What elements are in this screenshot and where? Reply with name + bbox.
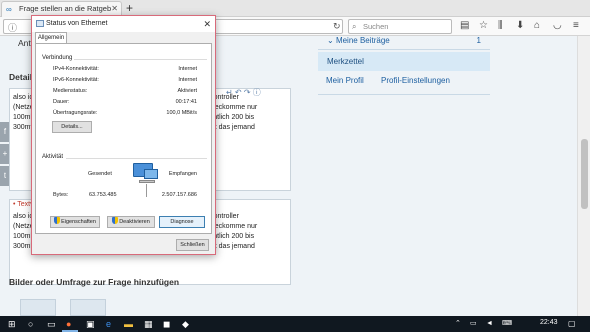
close-button[interactable]: Schließen — [176, 239, 209, 251]
new-tab-button[interactable]: + — [126, 0, 133, 16]
library-icon[interactable]: ⫼ — [498, 20, 503, 32]
activity-separator — [146, 184, 147, 197]
ipv4-value: Internet — [178, 66, 197, 72]
deactivate-button[interactable]: Deaktivieren — [107, 216, 155, 228]
reload-icon[interactable]: ↻ — [333, 21, 341, 32]
app-icon[interactable]: ◆ — [182, 319, 189, 329]
merkzettel-link[interactable]: Merkzettel — [318, 52, 490, 71]
download-icon[interactable]: ⬇ — [516, 20, 524, 32]
tray-expand-icon[interactable]: ⌃ — [455, 319, 461, 329]
volume-tray-icon[interactable]: ◄ — [486, 319, 493, 329]
home-icon[interactable]: ⌂ — [534, 20, 540, 32]
pocket-icon[interactable]: ◡ — [553, 20, 562, 32]
profil-einstellungen-link[interactable]: Profil-Einstellungen — [381, 72, 450, 90]
dialog-title: Status von Ethernet — [46, 20, 108, 27]
connection-group-label: Verbindung — [42, 55, 73, 61]
app-icon[interactable]: ◼ — [163, 319, 170, 329]
meine-beitraege-link[interactable]: ⌄ Meine Beiträge 1 — [318, 36, 490, 50]
start-icon[interactable]: ⊞ — [8, 319, 16, 329]
keyboard-tray-icon[interactable]: ⌨ — [502, 319, 512, 329]
dialog-titlebar[interactable]: Status von Ethernet ✕ — [32, 16, 215, 32]
chevron-down-icon: ⌄ — [327, 36, 334, 45]
divider — [318, 94, 490, 95]
reader-icon[interactable]: ▤ — [460, 20, 469, 32]
menu-icon[interactable]: ≡ — [573, 20, 579, 32]
app-icon[interactable]: ▣ — [86, 319, 95, 329]
received-label: Empfangen — [168, 171, 197, 177]
ipv6-label: IPv6-Konnektivität: — [53, 77, 99, 83]
site-info-icon[interactable]: ⓘ — [8, 21, 17, 34]
media-status-label: Medienstatus: — [53, 88, 88, 94]
add-poll-button[interactable] — [70, 299, 106, 316]
task-view-icon[interactable]: ▭ — [47, 319, 56, 329]
ipv4-label: IPv4-Konnektivität: — [53, 66, 99, 72]
tab-title: Frage stellen an die Ratgeb — [19, 4, 112, 13]
duration-value: 00:17:41 — [175, 99, 197, 105]
details-button[interactable]: Details... — [52, 121, 92, 133]
add-media-heading: Bilder oder Umfrage zur Frage hinzufügen — [9, 277, 180, 287]
media-status-value: Aktiviert — [177, 88, 197, 94]
search-input[interactable]: ⌕ Suchen — [348, 19, 452, 34]
group-divider — [74, 59, 207, 60]
user-panel: ⌄ Meine Beiträge 1 Merkzettel Mein Profi… — [318, 36, 490, 144]
computer-icon — [144, 169, 158, 179]
sent-label: Gesendet — [88, 171, 112, 177]
network-cable-icon — [139, 180, 155, 183]
tab-close-icon[interactable]: ✕ — [111, 2, 118, 16]
bytes-sent-value: 63.753.485 — [89, 192, 117, 198]
explorer-icon[interactable]: ▬ — [124, 319, 133, 329]
store-icon[interactable]: ▦ — [144, 319, 153, 329]
firefox-icon[interactable]: ● — [66, 319, 71, 329]
scrollbar-thumb[interactable] — [581, 139, 588, 209]
mein-profil-link[interactable]: Mein Profil — [326, 72, 364, 90]
windows-taskbar: ⊞ ○ ▭ ● ▣ e ▬ ▦ ◼ ◆ ⌃ ▭ ◄ ⌨ 22:43 ▢ — [0, 316, 590, 332]
search-icon[interactable]: ○ — [28, 319, 33, 329]
bytes-received-value: 2.507.157.686 — [161, 192, 197, 198]
network-tray-icon[interactable]: ▭ — [470, 319, 477, 329]
search-icon: ⌕ — [352, 22, 357, 31]
ethernet-status-dialog: Status von Ethernet ✕ Allgemein Verbindu… — [31, 15, 216, 255]
uac-shield-icon — [54, 217, 61, 224]
activity-group-label: Aktivität — [42, 154, 64, 160]
bookmark-star-icon[interactable]: ☆ — [479, 20, 488, 32]
dialog-tab-content: Verbindung IPv4-Konnektivität: Internet … — [35, 43, 212, 234]
page-scrollbar[interactable] — [577, 36, 590, 316]
dialog-close-icon[interactable]: ✕ — [203, 16, 211, 32]
taskbar-clock[interactable]: 22:43 — [540, 319, 558, 326]
search-placeholder: Suchen — [363, 22, 389, 31]
add-image-button[interactable] — [20, 299, 56, 316]
beitraege-count: 1 — [476, 36, 481, 45]
diagnose-button[interactable]: Diagnose — [159, 216, 205, 228]
group-divider — [66, 158, 207, 159]
duration-label: Dauer: — [53, 99, 70, 105]
speed-value: 100,0 MBit/s — [166, 110, 197, 116]
notifications-icon[interactable]: ▢ — [568, 319, 576, 329]
ipv6-value: Internet — [178, 77, 197, 83]
edge-icon[interactable]: e — [106, 319, 111, 329]
properties-button[interactable]: Eigenschaften — [50, 216, 100, 228]
network-adapter-icon — [36, 20, 44, 27]
speed-label: Übertragungsrate: — [53, 110, 98, 116]
bytes-label: Bytes: — [53, 192, 69, 198]
uac-shield-icon — [112, 217, 119, 224]
site-favicon-icon: ∞ — [6, 5, 12, 14]
